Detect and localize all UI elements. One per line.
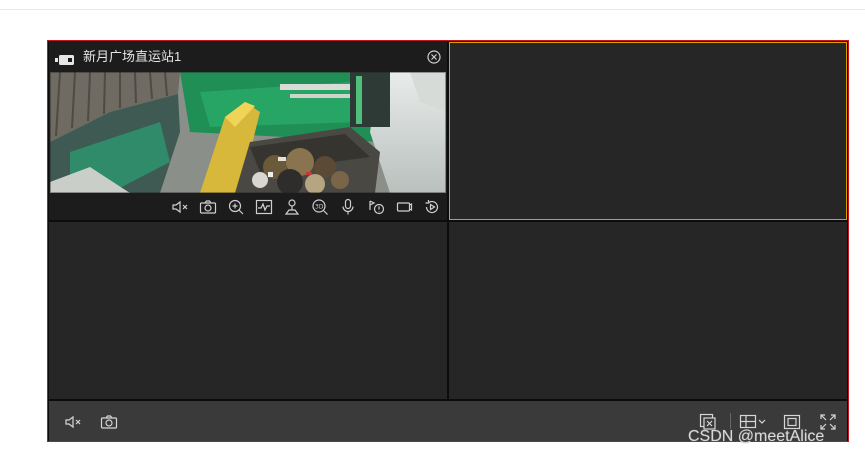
- camera-title: 新月广场直运站1: [83, 49, 182, 64]
- alarm-icon[interactable]: [367, 198, 385, 216]
- snapshot-icon[interactable]: [199, 198, 217, 216]
- microphone-icon[interactable]: [339, 198, 357, 216]
- page-divider: [0, 9, 865, 10]
- video-cell-4[interactable]: [449, 222, 847, 399]
- mute-icon[interactable]: [171, 198, 189, 216]
- playback-icon[interactable]: [423, 198, 441, 216]
- record-icon[interactable]: [395, 198, 413, 216]
- video-cell-1[interactable]: 新月广场直运站1 3D: [49, 42, 447, 220]
- cell-title-bar: 新月广场直运站1: [49, 42, 447, 72]
- video-player: 新月广场直运站1 3D: [47, 40, 849, 442]
- camera-video-feed[interactable]: [50, 72, 446, 193]
- watermark: CSDN @meetAlice: [688, 428, 825, 445]
- mute-all-icon[interactable]: [64, 413, 82, 436]
- zoom-in-icon[interactable]: [227, 198, 245, 216]
- camera-icon: [55, 52, 75, 70]
- stream-icon[interactable]: [255, 198, 273, 216]
- close-icon[interactable]: [427, 50, 441, 69]
- svg-text:3D: 3D: [315, 204, 324, 211]
- video-cell-2[interactable]: [449, 42, 847, 220]
- cell-toolbar: 3D: [49, 193, 447, 220]
- snapshot-all-icon[interactable]: [100, 413, 118, 436]
- 3d-zoom-icon[interactable]: 3D: [311, 198, 329, 216]
- video-cell-3[interactable]: [49, 222, 447, 399]
- ptz-icon[interactable]: [283, 198, 301, 216]
